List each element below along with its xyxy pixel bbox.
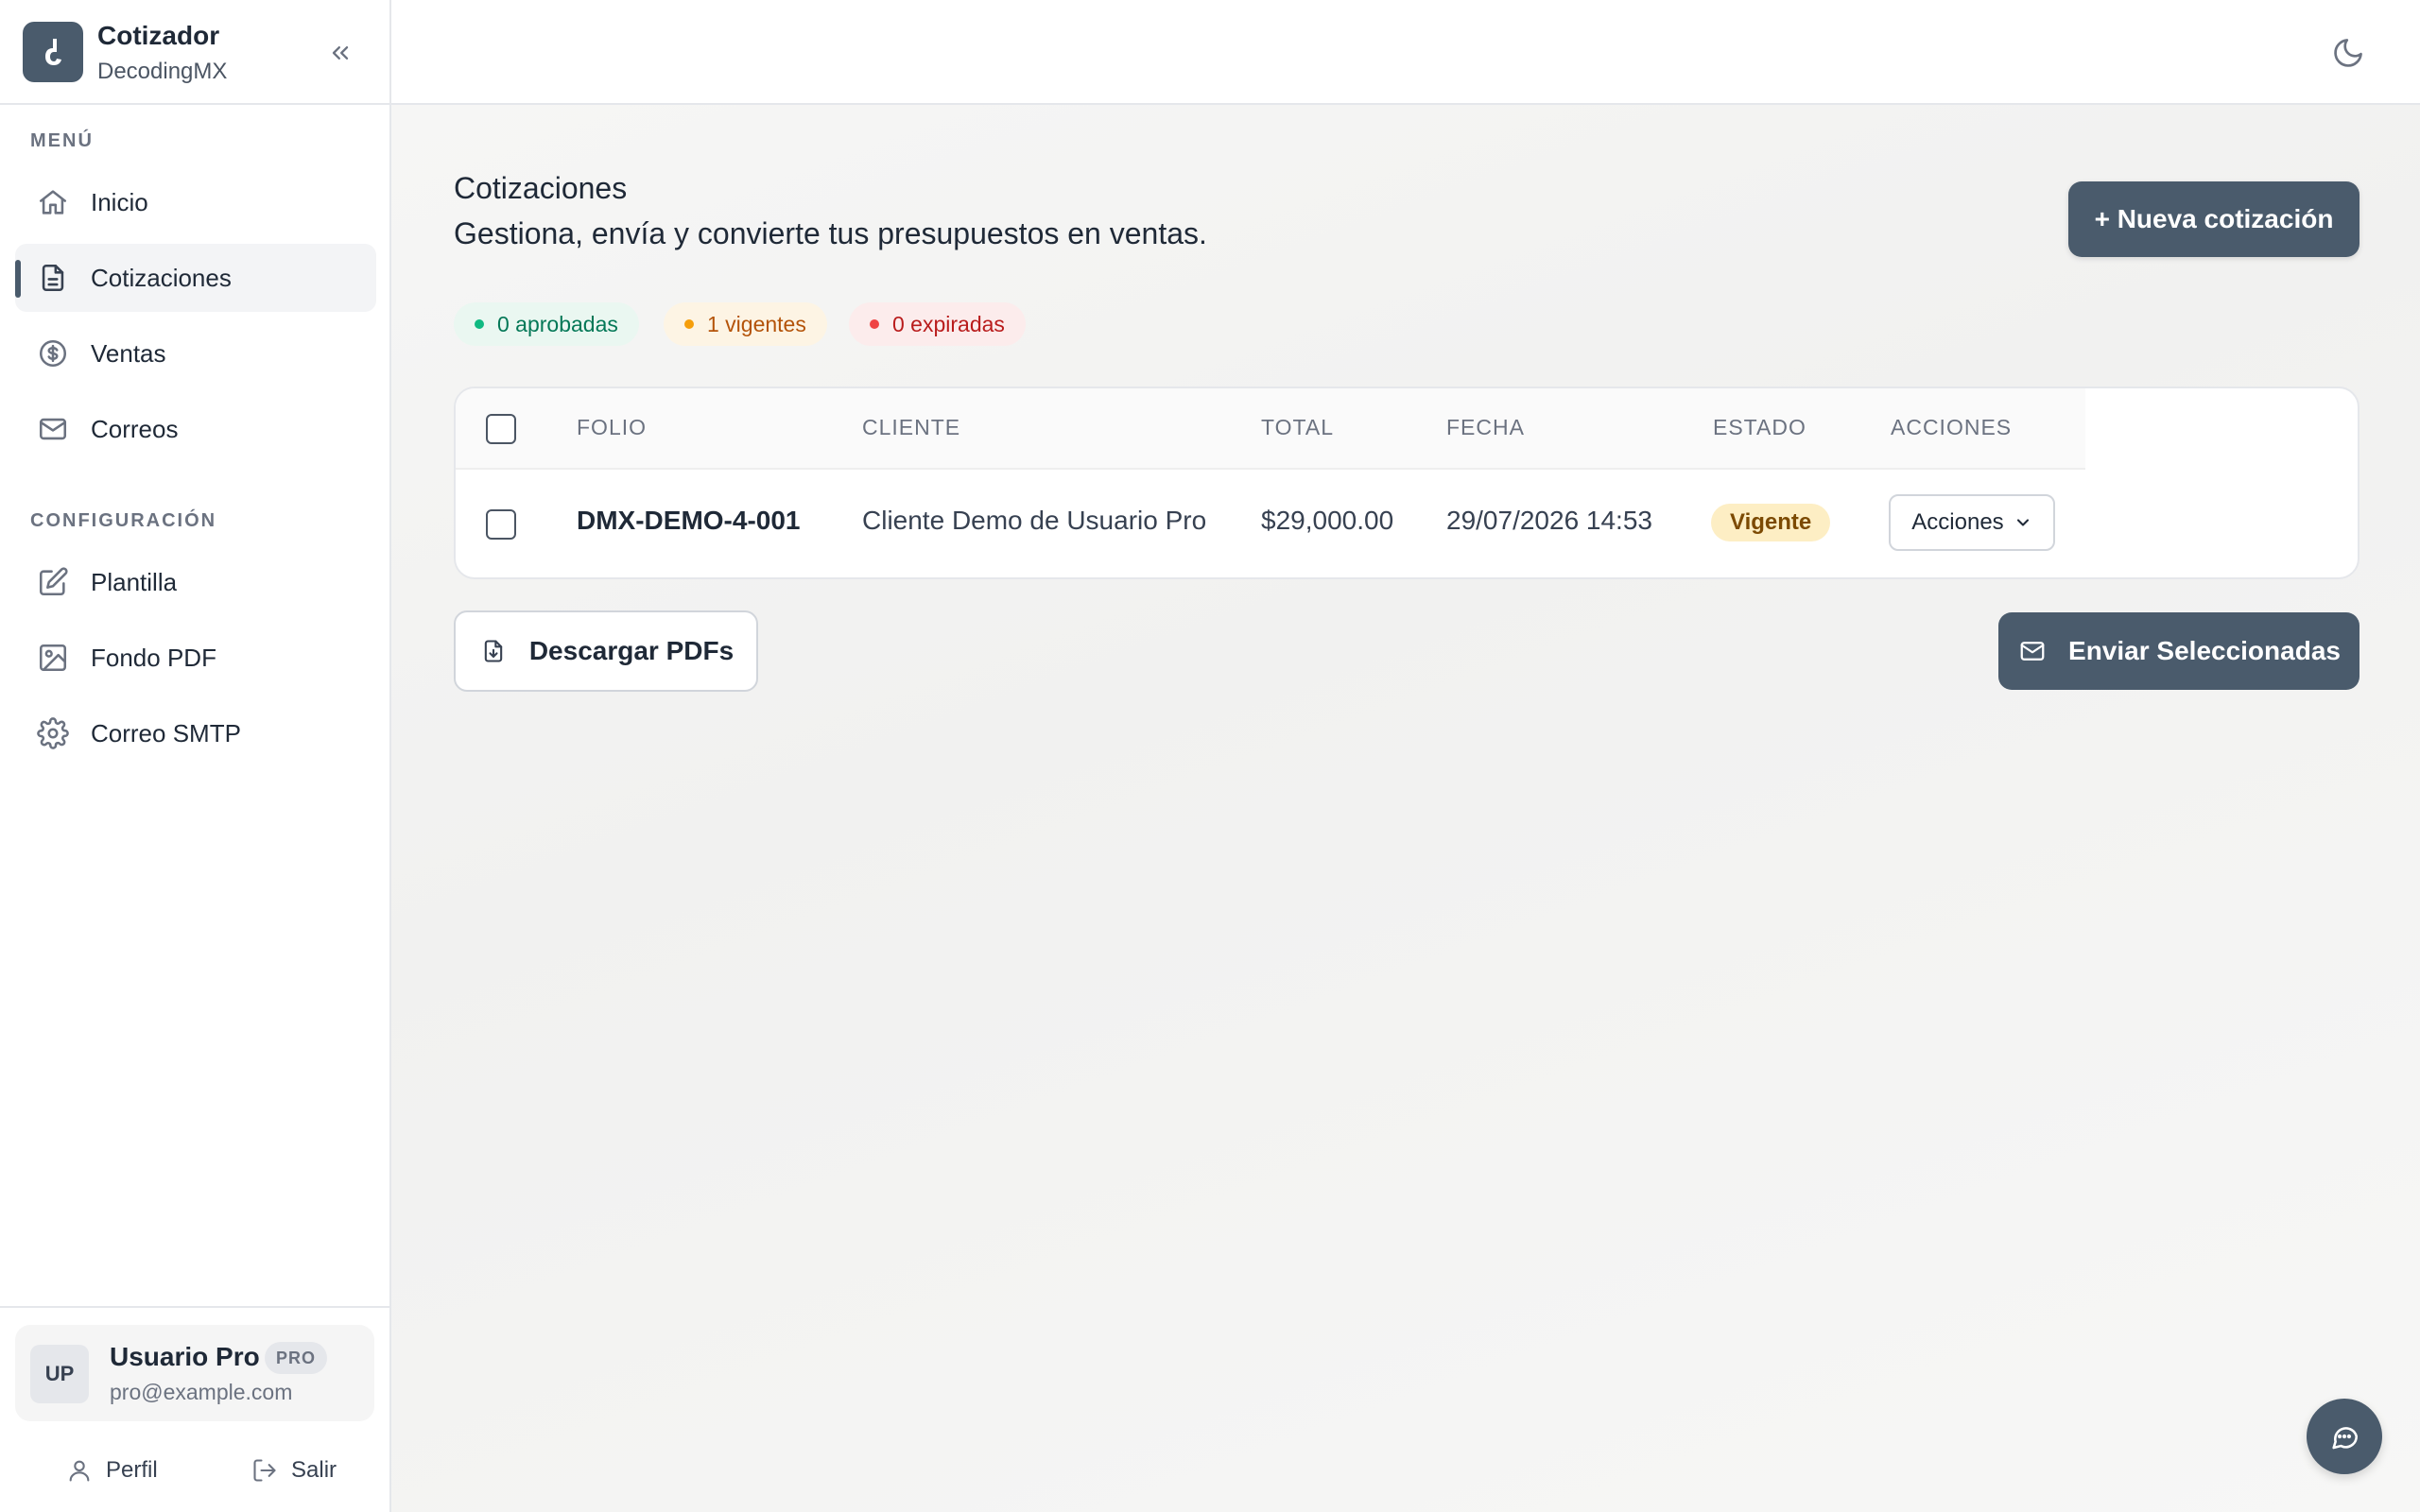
stat-label: 0 aprobadas <box>497 311 618 336</box>
user-icon <box>64 1455 95 1486</box>
sidebar-item-plantilla[interactable]: Plantilla <box>15 548 376 616</box>
brand-header: Cotizador DecodingMX <box>0 0 389 105</box>
stat-approved-badge: 0 aprobadas <box>454 302 639 346</box>
home-icon <box>34 183 72 221</box>
profile-link[interactable]: Perfil <box>64 1452 158 1489</box>
document-icon <box>34 259 72 297</box>
chevron-down-icon <box>2014 513 2032 532</box>
menu-section-label: MENÚ <box>30 130 94 151</box>
avatar: UP <box>30 1345 89 1403</box>
active-indicator <box>15 260 21 298</box>
app-logo[interactable] <box>23 22 83 82</box>
send-selected-button[interactable]: Enviar Seleccionadas <box>1998 612 2360 690</box>
stat-expired-badge: 0 expiradas <box>849 302 1026 346</box>
sidebar-item-inicio[interactable]: Inicio <box>15 168 376 236</box>
plan-badge: PRO <box>265 1342 328 1374</box>
logout-icon <box>250 1455 280 1486</box>
status-dot <box>475 319 484 329</box>
user-card[interactable]: UP Usuario Pro PRO pro@example.com <box>15 1325 374 1421</box>
column-header-cliente[interactable]: CLIENTE <box>862 415 960 440</box>
sidebar-item-label: Correos <box>91 414 179 443</box>
column-header-acciones: ACCIONES <box>1891 415 2013 439</box>
column-header-estado[interactable]: ESTADO <box>1713 415 1806 440</box>
user-section: UP Usuario Pro PRO pro@example.com Perfi… <box>0 1306 389 1512</box>
image-icon <box>34 639 72 677</box>
row-total: $29,000.00 <box>1261 506 1394 535</box>
stat-label: 0 expiradas <box>892 311 1005 336</box>
dollar-icon <box>34 335 72 372</box>
user-name: Usuario Pro <box>110 1342 260 1371</box>
logo-icon <box>45 39 61 65</box>
download-label: Descargar PDFs <box>528 636 735 665</box>
stat-label: 1 vigentes <box>707 311 806 336</box>
row-actions-dropdown[interactable]: Acciones <box>1889 494 2055 551</box>
page-title: Cotizaciones <box>454 171 628 205</box>
sidebar-item-fondo-pdf[interactable]: Fondo PDF <box>15 624 376 692</box>
chat-icon <box>2332 1427 2359 1450</box>
config-section-label: CONFIGURACIÓN <box>30 510 217 531</box>
mail-icon <box>2017 636 2048 666</box>
sidebar-item-label: Plantilla <box>91 567 178 596</box>
app-title: Cotizador <box>97 21 220 50</box>
page-subtitle: Gestiona, envía y convierte tus presupue… <box>454 216 1207 250</box>
column-header-total[interactable]: TOTAL <box>1261 415 1334 440</box>
main-content: Cotizaciones Gestiona, envía y convierte… <box>391 105 2420 1512</box>
stat-valid-badge: 1 vigentes <box>664 302 827 346</box>
user-email: pro@example.com <box>110 1380 293 1404</box>
row-fecha: 29/07/2026 14:53 <box>1446 506 1652 535</box>
status-dot <box>870 319 879 329</box>
topbar <box>391 0 2420 105</box>
mail-icon <box>34 410 72 448</box>
sidebar-item-correo-smtp[interactable]: Correo SMTP <box>15 699 376 767</box>
edit-icon <box>34 563 72 601</box>
theme-toggle-button[interactable] <box>2329 34 2367 72</box>
chevrons-left-icon <box>332 46 349 60</box>
sidebar-item-label: Fondo PDF <box>91 643 216 672</box>
sidebar: Cotizador DecodingMX MENÚ Inicio Cotizac… <box>0 0 391 1512</box>
select-all-checkbox[interactable] <box>486 414 516 444</box>
column-header-folio[interactable]: FOLIO <box>577 415 647 440</box>
gear-icon <box>34 714 72 752</box>
file-download-icon <box>478 636 509 666</box>
quotes-table: FOLIO CLIENTE TOTAL FECHA ESTADO ACCIONE… <box>454 387 2360 579</box>
moon-icon <box>2334 39 2362 67</box>
sidebar-item-ventas[interactable]: Ventas <box>15 319 376 387</box>
logout-link[interactable]: Salir <box>250 1452 337 1489</box>
logout-label: Salir <box>291 1457 337 1483</box>
sidebar-item-cotizaciones[interactable]: Cotizaciones <box>15 244 376 312</box>
sidebar-item-label: Inicio <box>91 187 148 216</box>
row-checkbox[interactable] <box>486 509 516 540</box>
chat-button[interactable] <box>2307 1399 2382 1474</box>
row-cliente: Cliente Demo de Usuario Pro <box>862 506 1207 535</box>
column-header-fecha[interactable]: FECHA <box>1446 415 1525 440</box>
actions-label: Acciones <box>1911 509 2004 535</box>
profile-label: Perfil <box>106 1457 158 1483</box>
status-dot <box>684 319 694 329</box>
collapse-sidebar-button[interactable] <box>321 36 359 70</box>
sidebar-item-label: Ventas <box>91 338 166 368</box>
table-header: FOLIO CLIENTE TOTAL FECHA ESTADO ACCIONE… <box>456 388 2085 470</box>
new-quote-button[interactable]: + Nueva cotización <box>2068 181 2360 257</box>
status-badge: Vigente <box>1711 504 1831 541</box>
sidebar-item-label: Correo SMTP <box>91 718 241 747</box>
sidebar-item-correos[interactable]: Correos <box>15 395 376 463</box>
sidebar-item-label: Cotizaciones <box>91 263 232 292</box>
app-subtitle: DecodingMX <box>97 59 228 84</box>
send-label: Enviar Seleccionadas <box>2068 636 2341 665</box>
row-folio[interactable]: DMX-DEMO-4-001 <box>577 506 800 536</box>
download-pdfs-button[interactable]: Descargar PDFs <box>454 610 758 692</box>
